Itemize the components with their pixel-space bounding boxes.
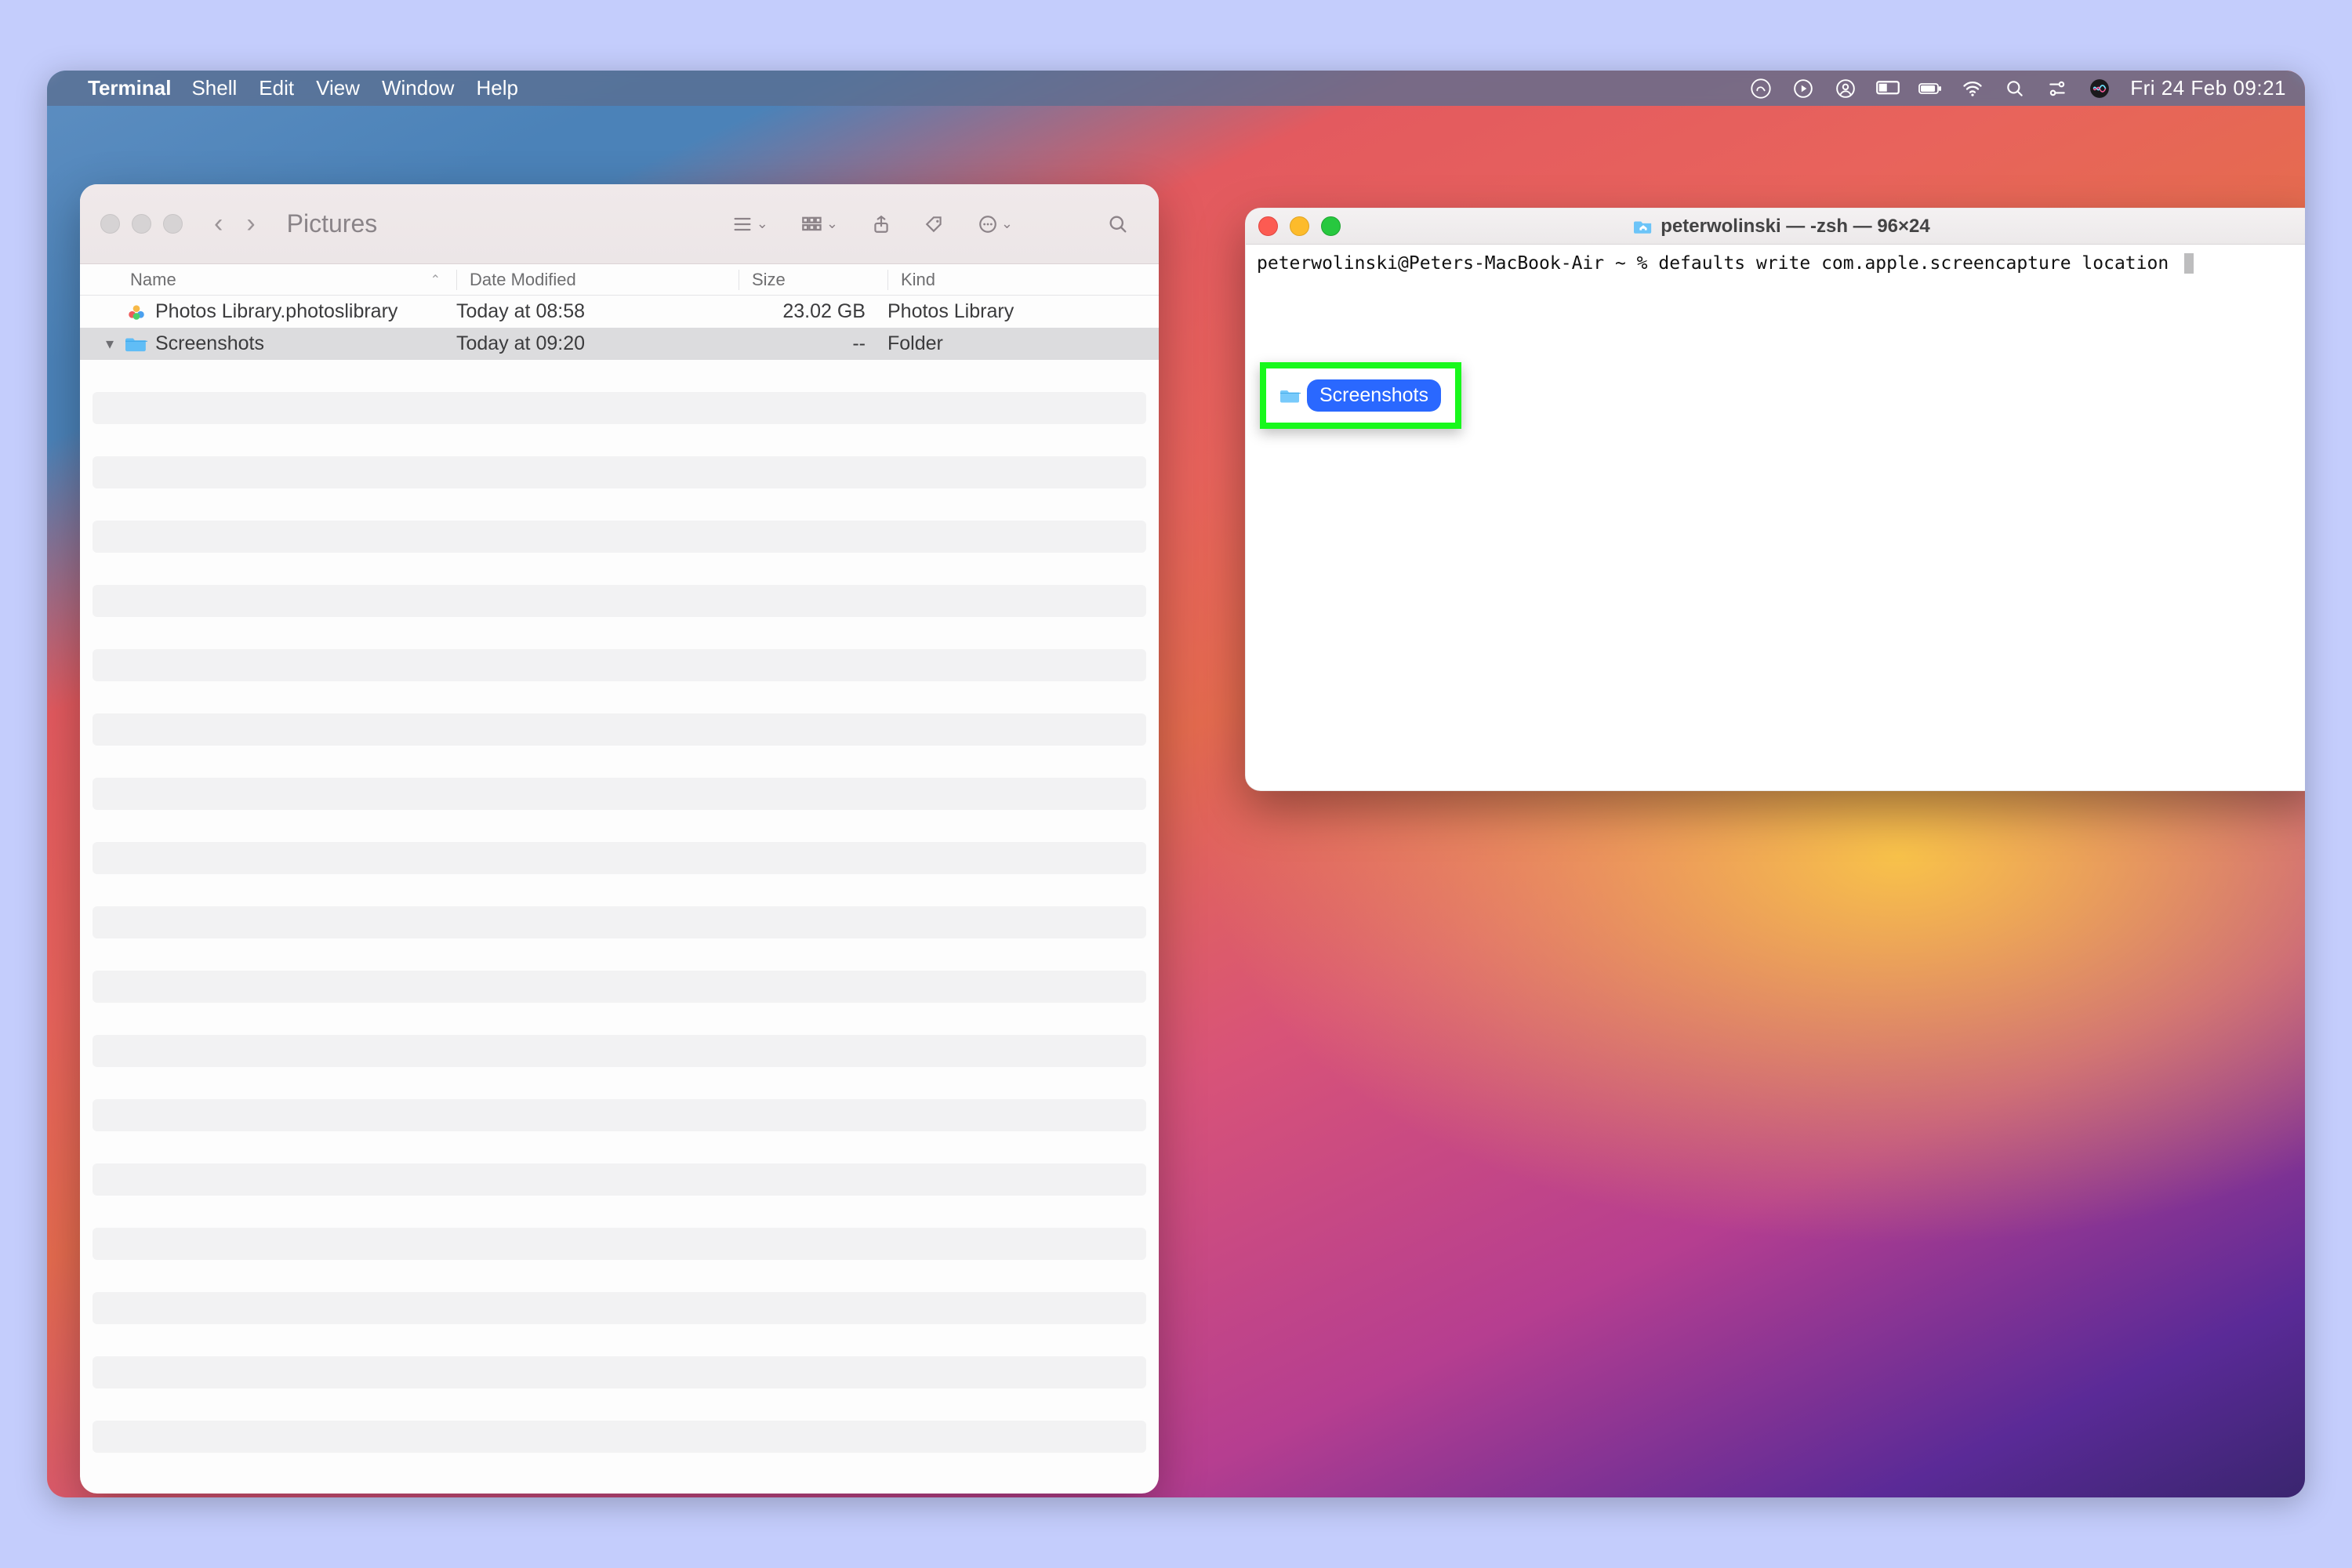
file-name: Screenshots	[155, 332, 264, 355]
terminal-window[interactable]: peterwolinski — -zsh — 96×24 peterwolins…	[1245, 208, 2305, 791]
folder-icon	[1280, 387, 1301, 405]
file-kind: Folder	[887, 332, 1142, 355]
terminal-body[interactable]: peterwolinski@Peters-MacBook-Air ~ % def…	[1246, 245, 2305, 790]
user-account-icon[interactable]	[1834, 77, 1857, 100]
spotlight-icon[interactable]	[2003, 77, 2027, 100]
creative-cloud-icon[interactable]	[1749, 77, 1773, 100]
file-date: Today at 08:58	[456, 300, 739, 323]
terminal-command: defaults write com.apple.screencapture l…	[1658, 251, 2180, 276]
menu-window[interactable]: Window	[382, 76, 454, 100]
terminal-minimize-button[interactable]	[1290, 216, 1309, 236]
siri-icon[interactable]	[2088, 77, 2111, 100]
menubar: Terminal Shell Edit View Window Help	[47, 71, 2305, 106]
finder-traffic-lights[interactable]	[100, 214, 183, 234]
finder-back-button[interactable]: ‹	[214, 209, 223, 239]
finder-minimize-button[interactable]	[132, 214, 151, 234]
terminal-titlebar[interactable]: peterwolinski — -zsh — 96×24	[1246, 209, 2305, 245]
finder-close-button[interactable]	[100, 214, 120, 234]
finder-zoom-button[interactable]	[163, 214, 183, 234]
wifi-icon[interactable]	[1961, 77, 1984, 100]
dragged-folder-name: Screenshots	[1307, 379, 1441, 412]
battery-icon[interactable]	[1918, 77, 1942, 100]
photos-library-icon	[125, 303, 147, 321]
terminal-cursor	[2184, 253, 2194, 274]
terminal-close-button[interactable]	[1258, 216, 1278, 236]
menu-shell[interactable]: Shell	[191, 76, 237, 100]
file-date: Today at 09:20	[456, 332, 739, 355]
menu-help[interactable]: Help	[476, 76, 517, 100]
col-name[interactable]: Name	[130, 270, 176, 290]
sort-indicator-icon: ⌃	[430, 272, 441, 288]
finder-view-list-icon[interactable]: ⌄	[722, 216, 778, 233]
home-folder-icon	[1634, 217, 1653, 236]
file-size: 23.02 GB	[739, 300, 887, 323]
col-size[interactable]: Size	[739, 270, 887, 290]
finder-file-list[interactable]: Photos Library.photoslibrary Today at 08…	[80, 296, 1159, 1494]
dragged-folder-highlight[interactable]: Screenshots	[1260, 362, 1461, 429]
display-icon[interactable]	[1876, 77, 1900, 100]
desktop: Terminal Shell Edit View Window Help	[47, 71, 2305, 1497]
control-center-icon[interactable]	[2045, 77, 2069, 100]
col-date[interactable]: Date Modified	[456, 270, 739, 290]
finder-window-title: Pictures	[287, 209, 378, 238]
finder-empty-rows	[80, 360, 1159, 1453]
terminal-title: peterwolinski — -zsh — 96×24	[1246, 216, 2305, 238]
col-kind[interactable]: Kind	[887, 270, 1142, 290]
finder-share-icon[interactable]	[862, 214, 901, 234]
terminal-traffic-lights[interactable]	[1258, 216, 1341, 236]
terminal-zoom-button[interactable]	[1321, 216, 1341, 236]
file-size: --	[739, 332, 887, 355]
finder-tags-icon[interactable]	[915, 214, 954, 234]
finder-column-headers[interactable]: Name ⌃ Date Modified Size Kind	[80, 264, 1159, 296]
finder-group-icon[interactable]: ⌄	[792, 216, 848, 233]
menu-view[interactable]: View	[316, 76, 360, 100]
file-kind: Photos Library	[887, 300, 1142, 323]
finder-search-icon[interactable]	[1098, 213, 1138, 235]
finder-window[interactable]: ‹ › Pictures ⌄ ⌄ ⌄	[80, 184, 1159, 1494]
finder-row-photos-library[interactable]: Photos Library.photoslibrary Today at 08…	[80, 296, 1159, 328]
file-name: Photos Library.photoslibrary	[155, 300, 397, 323]
menubar-clock[interactable]: Fri 24 Feb 09:21	[2130, 76, 2286, 100]
finder-action-icon[interactable]: ⌄	[968, 214, 1022, 234]
menubar-app-name[interactable]: Terminal	[88, 76, 171, 100]
menubar-status-area: Fri 24 Feb 09:21	[1749, 76, 2286, 100]
folder-icon	[125, 335, 147, 354]
disclosure-icon[interactable]: ▾	[102, 334, 118, 354]
terminal-prompt: peterwolinski@Peters-MacBook-Air ~ %	[1257, 251, 1658, 276]
now-playing-icon[interactable]	[1791, 77, 1815, 100]
menu-edit[interactable]: Edit	[259, 76, 294, 100]
finder-toolbar: ‹ › Pictures ⌄ ⌄ ⌄	[80, 184, 1159, 264]
terminal-prompt-line: peterwolinski@Peters-MacBook-Air ~ % def…	[1257, 251, 2305, 276]
finder-row-screenshots[interactable]: ▾ Screenshots Today at 09:20 -- Folder	[80, 328, 1159, 360]
finder-forward-button[interactable]: ›	[246, 209, 255, 239]
